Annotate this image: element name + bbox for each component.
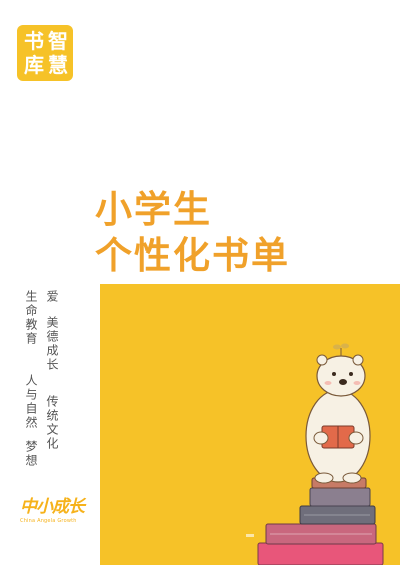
title-line-1: 小学生	[95, 188, 212, 231]
themes-column-5: 美德成长	[45, 316, 60, 372]
polar-bear-reading-on-books-illustration	[246, 343, 384, 565]
themes-column-6: 传统文化	[45, 395, 60, 451]
brand-name: 中小成长	[20, 497, 85, 517]
theme-love: 爱	[45, 290, 59, 304]
themes-column-1: 生命教育	[24, 290, 39, 346]
theme-virtue-growth: 美德成长	[45, 316, 59, 372]
title-line-2: 个性化书单	[95, 234, 290, 277]
theme-life-education: 生命教育	[24, 290, 38, 346]
logo-char-2: 智	[48, 29, 68, 53]
logo-char-4: 慧	[48, 53, 68, 77]
logo-char-1: 书	[24, 29, 44, 53]
logo-char-3: 库	[24, 53, 44, 77]
brand-logo: 中小成长 China Angela Growth	[20, 497, 85, 524]
theme-traditional-culture: 传统文化	[45, 395, 59, 451]
themes-column-2: 人与自然	[24, 374, 39, 430]
themes-column-3: 梦想	[24, 440, 39, 468]
theme-dream: 梦想	[24, 440, 38, 468]
theme-human-nature: 人与自然	[24, 374, 38, 430]
logo-badge: 书 智 库 慧	[17, 25, 73, 81]
brand-subtitle: China Angela Growth	[20, 518, 77, 524]
themes-column-4: 爱	[45, 290, 60, 304]
